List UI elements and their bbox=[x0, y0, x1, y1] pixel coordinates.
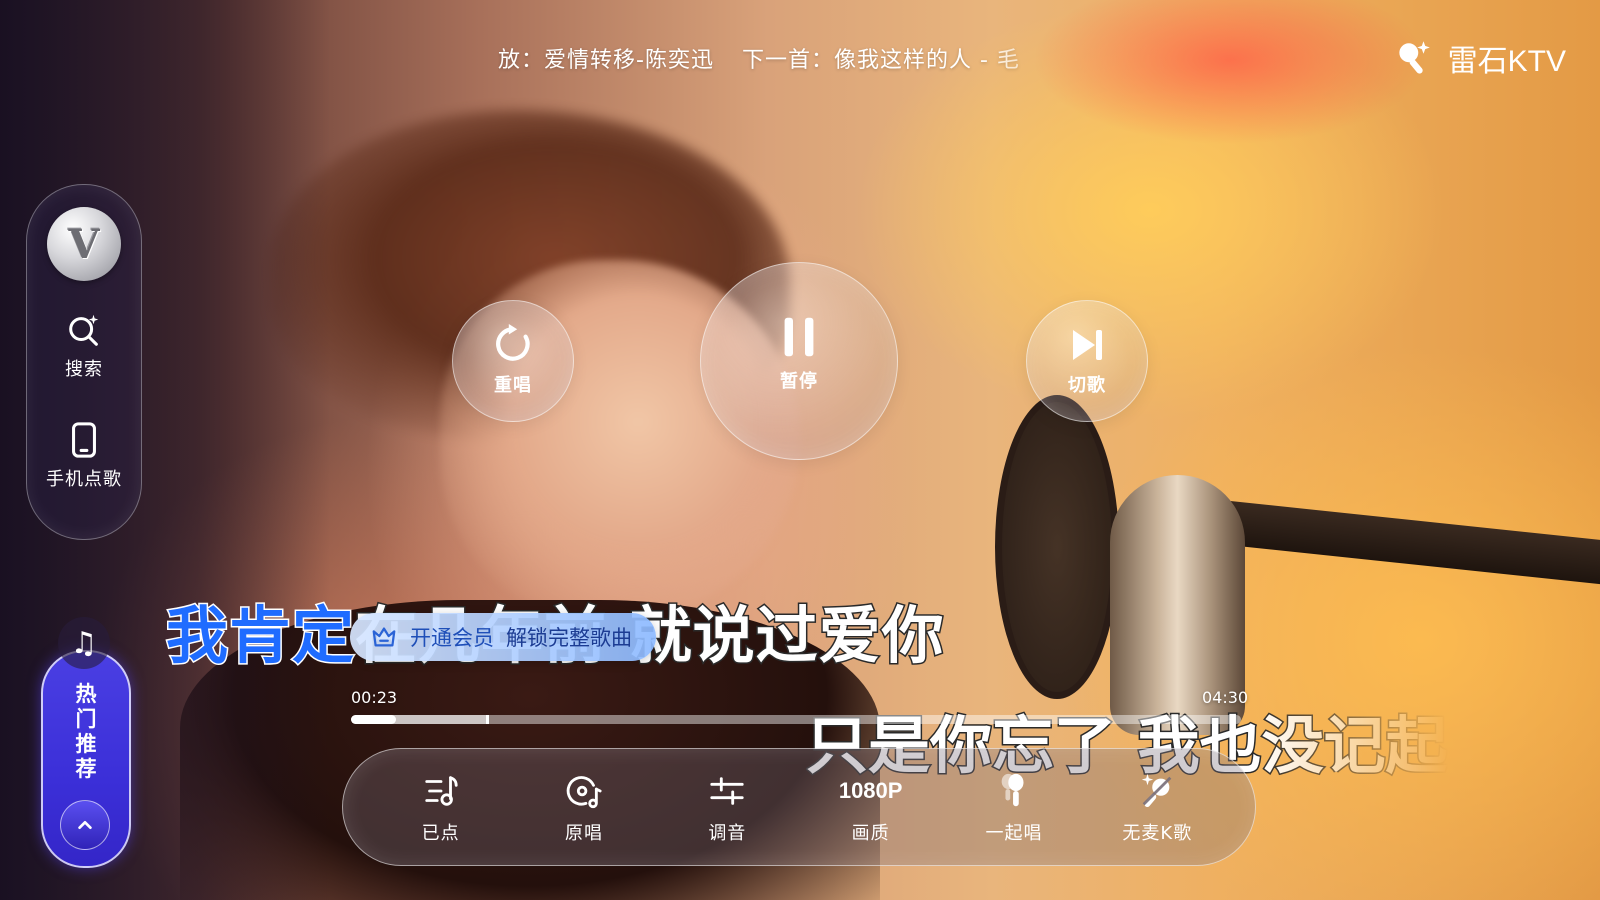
hot-char: 门 bbox=[75, 707, 97, 731]
vip-badge-letter: V bbox=[68, 220, 100, 268]
original-vocal-button[interactable]: 原唱 bbox=[529, 769, 639, 845]
toolbar-label: 无麦K歌 bbox=[1122, 823, 1193, 844]
crown-icon bbox=[372, 627, 396, 647]
vip-unlock-promo[interactable]: 开通会员 解锁完整歌曲 bbox=[350, 613, 656, 661]
sidebar: V 搜索 手机点歌 bbox=[26, 184, 142, 540]
queued-songs-button[interactable]: 已点 bbox=[386, 769, 496, 845]
no-mic-icon bbox=[1142, 773, 1172, 807]
tuning-button[interactable]: 调音 bbox=[672, 769, 782, 845]
vip-promo-main: 解锁完整歌曲 bbox=[506, 626, 632, 650]
search-sparkle-icon bbox=[69, 314, 99, 346]
hot-recommend-label: 热 门 推 荐 bbox=[43, 682, 129, 782]
progress-knob[interactable] bbox=[486, 715, 490, 724]
restart-button[interactable]: 重唱 bbox=[452, 300, 574, 422]
chevron-up-icon[interactable] bbox=[60, 800, 110, 850]
brand-logo: 雷石KTV bbox=[1392, 36, 1566, 80]
skip-button[interactable]: 切歌 bbox=[1026, 300, 1148, 422]
sidebar-item-phone[interactable]: 手机点歌 bbox=[27, 421, 141, 491]
pause-button[interactable]: 暂停 bbox=[700, 262, 898, 460]
restart-label: 重唱 bbox=[494, 375, 532, 396]
skip-next-icon bbox=[1073, 330, 1102, 360]
next-song: 下一首：像我这样的人 - 毛 bbox=[741, 48, 1020, 73]
current-song: 放：爱情转移-陈奕迅 bbox=[498, 48, 714, 73]
skip-label: 切歌 bbox=[1068, 375, 1106, 396]
lyric-sung: 我肯定 bbox=[164, 598, 356, 674]
quality-value: 1080P bbox=[838, 778, 903, 803]
music-note-icon: ♫ bbox=[58, 617, 110, 669]
vip-avatar[interactable]: V bbox=[47, 207, 121, 281]
hot-char: 推 bbox=[75, 732, 97, 756]
brand-name: 雷石KTV bbox=[1447, 45, 1566, 78]
sidebar-item-label: 手机点歌 bbox=[46, 469, 122, 490]
toolbar-label: 调音 bbox=[708, 823, 747, 844]
original-vocal-icon bbox=[566, 776, 602, 809]
quality-button[interactable]: 1080P 画质 bbox=[816, 769, 926, 845]
restart-icon bbox=[496, 324, 530, 361]
progress-bar[interactable] bbox=[351, 715, 1241, 724]
now-playing-marquee: 放：爱情转移-陈奕迅 下一首：像我这样的人 - 毛 bbox=[498, 42, 1093, 76]
sing-together-button[interactable]: 一起唱 bbox=[959, 769, 1069, 845]
bottom-toolbar: 已点 原唱 调音 1080P 画质 一起唱 无麦K歌 bbox=[342, 748, 1256, 866]
hot-recommend-button[interactable]: 热 门 推 荐 bbox=[41, 650, 131, 868]
toolbar-label: 已点 bbox=[421, 823, 460, 844]
hot-char: 荐 bbox=[75, 757, 97, 781]
progress-fill bbox=[351, 715, 396, 724]
total-time: 04:30 bbox=[1202, 688, 1249, 707]
vip-promo-prefix: 开通会员 bbox=[410, 626, 494, 650]
pop-filter bbox=[995, 395, 1119, 699]
phone-icon bbox=[72, 422, 96, 458]
pause-label: 暂停 bbox=[780, 371, 818, 392]
toolbar-label: 画质 bbox=[851, 823, 890, 844]
toolbar-label: 一起唱 bbox=[985, 823, 1043, 844]
hot-char: 热 bbox=[75, 682, 97, 706]
equalizer-icon bbox=[710, 777, 744, 805]
no-mic-karaoke-button[interactable]: 无麦K歌 bbox=[1102, 769, 1212, 845]
duet-mic-icon bbox=[1001, 773, 1024, 807]
toolbar-label: 原唱 bbox=[564, 823, 603, 844]
sparkle-mic-icon bbox=[1398, 41, 1430, 74]
sidebar-item-search[interactable]: 搜索 bbox=[27, 311, 141, 381]
pause-icon bbox=[784, 317, 814, 357]
queue-list-icon bbox=[424, 776, 458, 806]
mic-arm bbox=[1198, 498, 1600, 586]
current-time: 00:23 bbox=[351, 688, 398, 707]
sidebar-item-label: 搜索 bbox=[65, 359, 103, 380]
